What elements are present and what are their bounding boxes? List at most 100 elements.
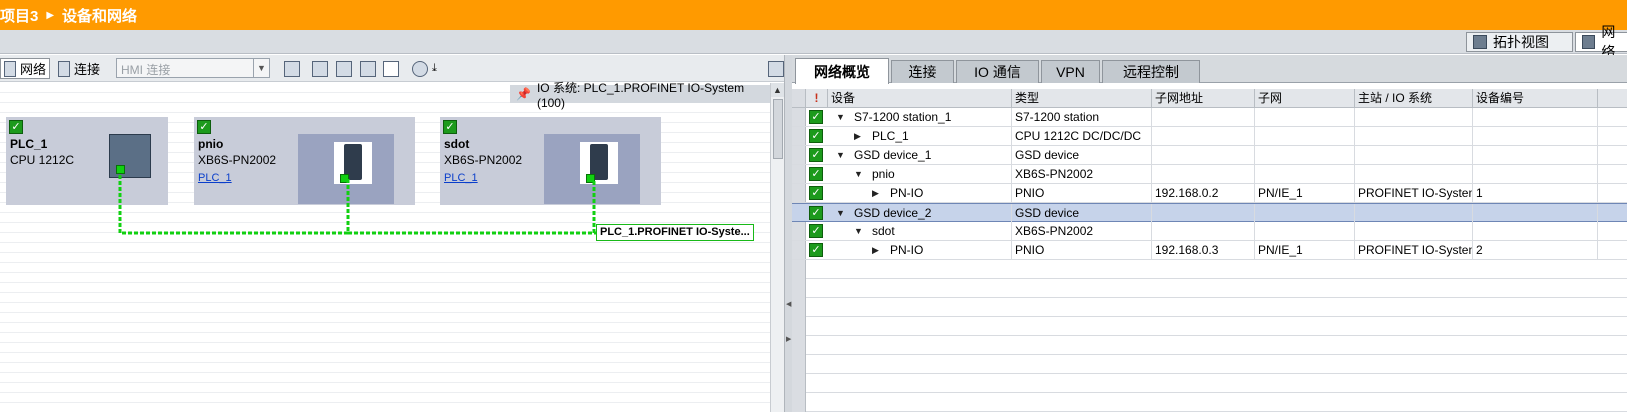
panel-splitter[interactable]: ◀ ▶: [784, 55, 792, 412]
table-cell-device[interactable]: ▶ PN-IO: [828, 241, 1012, 259]
connections-mode-button[interactable]: 连接: [58, 58, 100, 79]
layout-button[interactable]: [383, 58, 399, 79]
overview-nav-button[interactable]: [768, 58, 784, 79]
expanded-icon[interactable]: ▼: [854, 222, 863, 240]
zoom-dropdown-button[interactable]: ⤓: [432, 58, 437, 79]
column-header-extra[interactable]: [1598, 89, 1627, 108]
table-cell-subnet[interactable]: PN/IE_1: [1255, 184, 1355, 202]
page-break-button[interactable]: [336, 58, 352, 79]
tab-connections[interactable]: 连接: [891, 60, 954, 83]
tab-io-communication[interactable]: IO 通信: [956, 60, 1039, 83]
table-cell-subnet[interactable]: [1255, 165, 1355, 183]
chevron-down-icon: ▼: [253, 59, 269, 77]
table-cell-number[interactable]: [1473, 204, 1598, 222]
column-header-master-io-system[interactable]: 主站 / IO 系统: [1355, 89, 1473, 108]
collapse-right-icon[interactable]: ▶: [786, 335, 791, 343]
profinet-network-line[interactable]: [0, 83, 770, 412]
table-cell-subnet[interactable]: [1255, 108, 1355, 126]
table-cell-subnet[interactable]: [1255, 222, 1355, 240]
collapsed-icon[interactable]: ▶: [854, 127, 861, 145]
table-cell-number[interactable]: [1473, 127, 1598, 145]
table-cell-number[interactable]: [1473, 146, 1598, 164]
table-row[interactable]: ✓ ▼ sdot XB6S-PN2002: [792, 222, 1627, 241]
table-cell-subnet[interactable]: [1255, 146, 1355, 164]
breadcrumb-project[interactable]: 项目3: [0, 5, 38, 26]
table-row[interactable]: ✓ ▼ GSD device_1 GSD device: [792, 146, 1627, 165]
zoom-in-button[interactable]: [412, 58, 428, 79]
table-cell-type[interactable]: XB6S-PN2002: [1012, 165, 1152, 183]
collapsed-icon[interactable]: ▶: [872, 184, 879, 202]
grid-view-button[interactable]: [360, 58, 376, 79]
table-cell-device[interactable]: ▼ GSD device_1: [828, 146, 1012, 164]
table-cell-device[interactable]: ▶ PLC_1: [828, 127, 1012, 145]
table-cell-device[interactable]: ▼ GSD device_2: [828, 204, 1012, 222]
expanded-icon[interactable]: ▼: [836, 108, 845, 126]
table-cell-number[interactable]: 1: [1473, 184, 1598, 202]
table-row[interactable]: ✓ ▼ pnio XB6S-PN2002: [792, 165, 1627, 184]
network-view-button[interactable]: 网络: [1575, 24, 1627, 60]
column-header-subnet-address[interactable]: 子网地址: [1152, 89, 1255, 108]
table-cell-subnet[interactable]: PN/IE_1: [1255, 241, 1355, 259]
table-cell-device[interactable]: ▼ S7-1200 station_1: [828, 108, 1012, 126]
table-cell-master[interactable]: [1355, 165, 1473, 183]
tab-network-overview[interactable]: 网络概览: [795, 58, 889, 84]
table-cell-type[interactable]: CPU 1212C DC/DC/DC: [1012, 127, 1152, 145]
table-row[interactable]: ✓ ▶ PLC_1 CPU 1212C DC/DC/DC: [792, 127, 1627, 146]
table-cell-address[interactable]: [1152, 127, 1255, 145]
table-cell-master[interactable]: PROFINET IO-System: [1355, 241, 1473, 259]
address-toggle-button[interactable]: [284, 58, 300, 79]
table-cell-master[interactable]: [1355, 222, 1473, 240]
connection-type-select[interactable]: HMI 连接 ▼: [116, 58, 270, 78]
table-cell-address[interactable]: [1152, 165, 1255, 183]
topology-view-button[interactable]: 拓扑视图: [1466, 32, 1573, 52]
expanded-icon[interactable]: ▼: [854, 165, 863, 183]
table-cell-address[interactable]: [1152, 204, 1255, 222]
table-cell-type[interactable]: PNIO: [1012, 184, 1152, 202]
tab-remote-control[interactable]: 远程控制: [1102, 60, 1200, 83]
scroll-up-icon[interactable]: ▲: [771, 83, 784, 97]
table-cell-number[interactable]: [1473, 108, 1598, 126]
canvas-vertical-scrollbar[interactable]: ▲: [770, 83, 784, 412]
highlight-button[interactable]: [312, 58, 328, 79]
table-row[interactable]: ✓ ▼ GSD device_2 GSD device: [792, 203, 1627, 222]
table-row[interactable]: ✓ ▶ PN-IO PNIO 192.168.0.2 PN/IE_1 PROFINET IO…: [792, 184, 1627, 203]
table-cell-master[interactable]: [1355, 108, 1473, 126]
table-cell-address[interactable]: 192.168.0.3: [1152, 241, 1255, 259]
table-cell-number[interactable]: [1473, 165, 1598, 183]
table-cell-address[interactable]: [1152, 146, 1255, 164]
table-cell-master[interactable]: PROFINET IO-System: [1355, 184, 1473, 202]
network-canvas[interactable]: 📌 IO 系统: PLC_1.PROFINET IO-System (100) …: [0, 81, 770, 412]
table-row[interactable]: ✓ ▶ PN-IO PNIO 192.168.0.3 PN/IE_1 PROFINET IO…: [792, 241, 1627, 260]
column-header-subnet[interactable]: 子网: [1255, 89, 1355, 108]
table-cell-address[interactable]: [1152, 222, 1255, 240]
network-line-label[interactable]: PLC_1.PROFINET IO-Syste...: [596, 224, 754, 241]
column-header-device[interactable]: 设备: [828, 89, 1012, 108]
table-cell-type[interactable]: GSD device: [1012, 204, 1152, 222]
scroll-thumb[interactable]: [773, 99, 783, 159]
table-cell-subnet[interactable]: [1255, 204, 1355, 222]
table-row[interactable]: ✓ ▼ S7-1200 station_1 S7-1200 station: [792, 108, 1627, 127]
table-cell-subnet[interactable]: [1255, 127, 1355, 145]
collapsed-icon[interactable]: ▶: [872, 241, 879, 259]
table-cell-device[interactable]: ▼ sdot: [828, 222, 1012, 240]
table-cell-type[interactable]: PNIO: [1012, 241, 1152, 259]
column-header-type[interactable]: 类型: [1012, 89, 1152, 108]
expanded-icon[interactable]: ▼: [836, 146, 845, 164]
table-cell-address[interactable]: [1152, 108, 1255, 126]
table-cell-type[interactable]: GSD device: [1012, 146, 1152, 164]
collapse-left-icon[interactable]: ◀: [786, 300, 791, 308]
table-cell-number[interactable]: [1473, 222, 1598, 240]
tab-vpn[interactable]: VPN: [1041, 60, 1100, 83]
table-cell-device[interactable]: ▶ PN-IO: [828, 184, 1012, 202]
table-cell-address[interactable]: 192.168.0.2: [1152, 184, 1255, 202]
network-mode-button[interactable]: 网络: [0, 58, 51, 79]
table-cell-type[interactable]: S7-1200 station: [1012, 108, 1152, 126]
table-cell-number[interactable]: 2: [1473, 241, 1598, 259]
table-cell-master[interactable]: [1355, 204, 1473, 222]
table-cell-master[interactable]: [1355, 146, 1473, 164]
table-cell-type[interactable]: XB6S-PN2002: [1012, 222, 1152, 240]
table-cell-device[interactable]: ▼ pnio: [828, 165, 1012, 183]
expanded-icon[interactable]: ▼: [836, 204, 845, 222]
table-cell-master[interactable]: [1355, 127, 1473, 145]
column-header-device-number[interactable]: 设备编号: [1473, 89, 1598, 108]
